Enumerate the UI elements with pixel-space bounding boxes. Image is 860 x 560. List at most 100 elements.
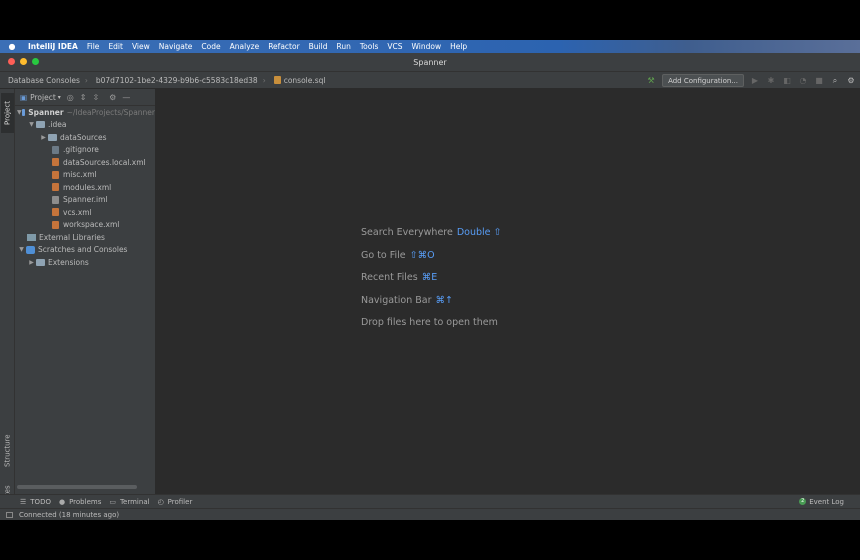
chevron-down-icon[interactable]: ▾: [58, 94, 61, 101]
tree-item-modules[interactable]: modules.xml: [15, 181, 155, 194]
breadcrumb-console-sql[interactable]: console.sql: [273, 75, 326, 85]
tree-item-label: Scratches and Consoles: [38, 245, 128, 255]
expand-arrow-icon[interactable]: ▼: [17, 109, 22, 116]
menu-build[interactable]: Build: [309, 42, 328, 51]
search-icon[interactable]: ⌕: [830, 76, 840, 86]
tree-item-spanner-iml[interactable]: Spanner.iml: [15, 194, 155, 207]
expand-arrow-icon[interactable]: ▼: [27, 121, 36, 128]
tree-item-label: .gitignore: [63, 145, 99, 155]
event-log-button[interactable]: 2 Event Log: [799, 498, 844, 506]
menu-vcs[interactable]: VCS: [387, 42, 402, 51]
run-toolbar: ⚒ Add Configuration... ▶ ✱ ◧ ◔ ■ ⌕ ⚙: [646, 74, 856, 87]
tab-profiler-label: Profiler: [167, 497, 193, 506]
minimize-window-button[interactable]: [20, 58, 27, 65]
menu-view[interactable]: View: [132, 42, 150, 51]
tab-profiler[interactable]: ◴ Profiler: [158, 498, 193, 506]
todo-list-icon: ☰: [20, 497, 27, 506]
menu-refactor[interactable]: Refactor: [268, 42, 299, 51]
debug-icon[interactable]: ✱: [766, 76, 776, 86]
hint-shortcut: ⇧⌘O: [409, 249, 435, 261]
tree-item-misc[interactable]: misc.xml: [15, 169, 155, 182]
build-hammer-icon[interactable]: ⚒: [646, 76, 656, 86]
hint-drop-files: Drop files here to open them: [361, 317, 502, 340]
tab-problems-label: Problems: [69, 497, 102, 506]
expand-arrow-icon[interactable]: ▼: [17, 246, 26, 253]
status-text: Connected (18 minutes ago): [19, 510, 120, 519]
editor-area[interactable]: Search Everywhere Double ⇧ Go to File ⇧⌘O …: [157, 89, 860, 494]
hint-label: Search Everywhere: [361, 227, 453, 238]
menu-run[interactable]: Run: [336, 42, 350, 51]
ignore-file-icon: [52, 145, 59, 154]
menu-analyze[interactable]: Analyze: [230, 42, 260, 51]
sql-file-icon: [273, 75, 281, 84]
tree-item-gitignore[interactable]: .gitignore: [15, 144, 155, 157]
coverage-icon[interactable]: ◧: [782, 76, 792, 86]
tab-todo[interactable]: ☰ TODO: [20, 498, 51, 506]
tab-project[interactable]: Project: [1, 93, 14, 133]
settings-gear-icon[interactable]: ⚙: [846, 76, 856, 86]
window-title: Spanner: [413, 57, 447, 67]
xml-file-icon: [52, 208, 59, 217]
menu-file[interactable]: File: [87, 42, 100, 51]
menu-code[interactable]: Code: [201, 42, 220, 51]
collapse-all-icon[interactable]: ⇳: [92, 93, 99, 102]
hint-recent-files: Recent Files ⌘E: [361, 272, 502, 295]
menu-edit[interactable]: Edit: [108, 42, 123, 51]
tree-item-workspace[interactable]: workspace.xml: [15, 219, 155, 232]
tree-item-extensions[interactable]: ▶ Extensions: [15, 256, 155, 269]
tab-structure-label: Structure: [3, 434, 12, 468]
expand-all-icon[interactable]: ⇕: [80, 93, 87, 102]
hint-label: Drop files here to open them: [361, 317, 498, 328]
stop-icon[interactable]: ■: [814, 76, 824, 86]
project-panel-header: ▣ Project ▾ ◎ ⇕ ⇳ ⚙ —: [15, 89, 155, 106]
breadcrumb-database-consoles[interactable]: Database Consoles: [8, 76, 80, 85]
horizontal-scrollbar[interactable]: [17, 485, 137, 489]
project-view-dropdown[interactable]: Project: [30, 93, 56, 102]
tree-item-label: Spanner.iml: [63, 195, 108, 205]
tree-item-scratches[interactable]: ▼ Scratches and Consoles: [15, 244, 155, 257]
collapse-arrow-icon[interactable]: ▶: [39, 134, 48, 141]
tree-item-label: .idea: [48, 120, 67, 130]
xml-file-icon: [52, 220, 59, 229]
add-configuration-button[interactable]: Add Configuration...: [662, 74, 744, 87]
tab-todo-label: TODO: [30, 497, 51, 506]
menu-help[interactable]: Help: [450, 42, 467, 51]
folder-icon: [36, 258, 45, 266]
zoom-window-button[interactable]: [32, 58, 39, 65]
profile-icon[interactable]: ◔: [798, 76, 808, 86]
menu-window[interactable]: Window: [412, 42, 442, 51]
tab-project-label: Project: [3, 101, 12, 125]
library-icon: [27, 233, 36, 241]
project-path: ~/IdeaProjects/Spanner: [66, 107, 155, 117]
apple-icon[interactable]: ●: [6, 42, 18, 51]
breadcrumb-separator-icon: ›: [84, 75, 88, 85]
tree-item-datasources[interactable]: ▶ dataSources: [15, 131, 155, 144]
run-icon[interactable]: ▶: [750, 76, 760, 86]
panel-settings-gear-icon[interactable]: ⚙: [109, 93, 116, 102]
tree-item-label: vcs.xml: [63, 207, 92, 217]
tree-item-external-libraries[interactable]: External Libraries: [15, 231, 155, 244]
collapse-arrow-icon[interactable]: ▶: [27, 259, 36, 266]
module-folder-icon: [21, 108, 26, 116]
hide-panel-icon[interactable]: —: [122, 93, 130, 102]
tab-terminal[interactable]: ▭ Terminal: [109, 498, 149, 506]
project-tool-window: ▣ Project ▾ ◎ ⇕ ⇳ ⚙ — ▼ Spanner ~/IdeaProj…: [15, 89, 156, 494]
tree-item-vcs[interactable]: vcs.xml: [15, 206, 155, 219]
locate-file-icon[interactable]: ◎: [67, 93, 74, 102]
iml-file-icon: [52, 195, 59, 204]
event-log-label: Event Log: [809, 497, 844, 506]
tree-item-datasources-local[interactable]: dataSources.local.xml: [15, 156, 155, 169]
menu-app-name[interactable]: IntelliJ IDEA: [28, 42, 78, 51]
menu-tools[interactable]: Tools: [360, 42, 378, 51]
tab-problems[interactable]: ● Problems: [59, 498, 101, 506]
status-bar: Connected (18 minutes ago): [0, 508, 860, 520]
window-title-bar: Spanner: [0, 53, 860, 71]
close-window-button[interactable]: [8, 58, 15, 65]
tree-item-idea[interactable]: ▼ .idea: [15, 119, 155, 132]
breadcrumb-console-id[interactable]: b07d7102-1be2-4329-b9b6-c5583c18ed38: [96, 76, 258, 85]
tree-item-spanner[interactable]: ▼ Spanner ~/IdeaProjects/Spanner: [15, 106, 155, 119]
menu-navigate[interactable]: Navigate: [159, 42, 193, 51]
hint-label: Navigation Bar: [361, 294, 432, 306]
tab-structure[interactable]: Structure: [1, 429, 14, 473]
tool-windows-toggle-icon[interactable]: [6, 511, 13, 518]
